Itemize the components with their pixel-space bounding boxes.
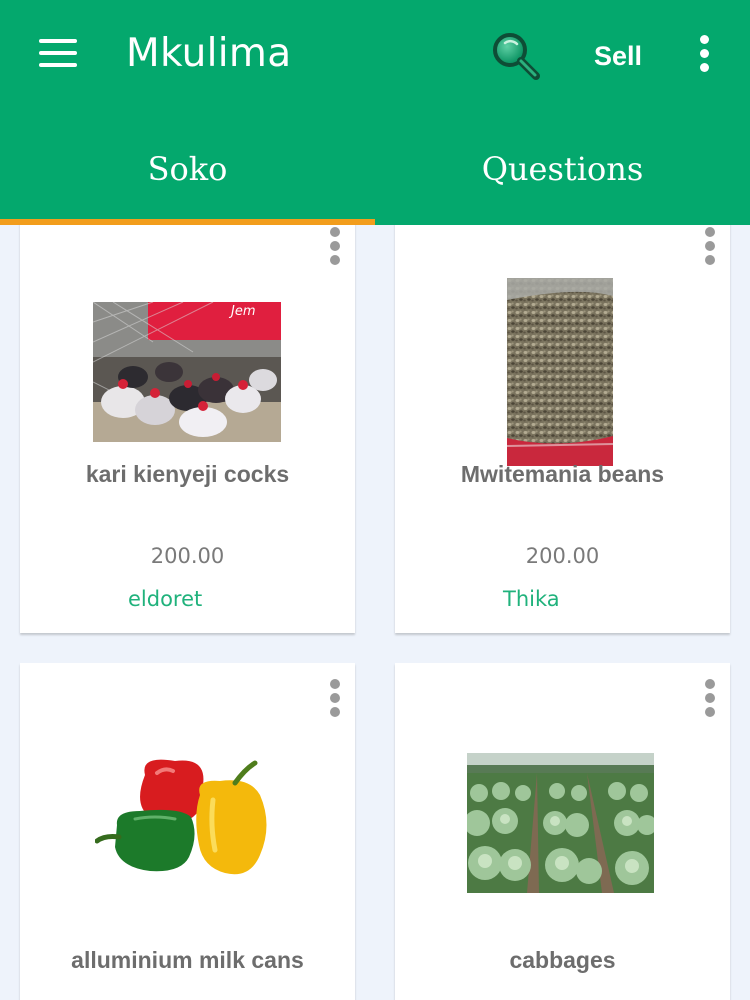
search-icon[interactable] — [488, 28, 544, 84]
svg-text:Jem: Jem — [228, 304, 256, 319]
tab-questions[interactable]: Questions — [375, 110, 750, 225]
product-name: cabbages — [509, 947, 616, 973]
product-name: alluminium milk cans — [71, 947, 304, 973]
product-image-peppers — [95, 755, 285, 890]
card-more-icon[interactable] — [700, 679, 720, 719]
card-more-icon[interactable] — [325, 679, 345, 719]
product-card[interactable]: Mwitemania beans 200.00 Thika — [395, 225, 730, 633]
app-title: Mkulima — [126, 31, 292, 76]
toolbar: Mkulima Sell — [0, 0, 750, 110]
tab-bar: Soko Questions — [0, 110, 750, 225]
product-card[interactable]: cabbages — [395, 663, 730, 1000]
product-price: 200.00 — [150, 544, 225, 568]
card-more-icon[interactable] — [700, 227, 720, 267]
sell-button[interactable]: Sell — [582, 36, 654, 76]
card-more-icon[interactable] — [325, 227, 345, 267]
product-location: eldoret — [128, 587, 203, 611]
app-bar: Mkulima Sell Soko Questions — [0, 0, 750, 225]
product-image-chickens: Jem — [93, 302, 281, 442]
tab-indicator — [0, 219, 375, 225]
more-vert-icon[interactable] — [690, 33, 720, 75]
product-location: Thika — [503, 587, 560, 611]
product-name: kari kienyeji cocks — [85, 461, 290, 487]
product-card[interactable]: alluminium milk cans — [20, 663, 355, 1000]
tab-soko[interactable]: Soko — [0, 110, 375, 225]
menu-icon[interactable] — [34, 33, 82, 73]
product-price: 200.00 — [525, 544, 600, 568]
product-card[interactable]: Jem kari kienyeji cocks 200.00 eldoret — [20, 225, 355, 633]
product-image-beans — [507, 278, 613, 466]
app-screen: Mkulima Sell Soko Questions Jem kari kie… — [0, 0, 750, 1000]
product-grid[interactable]: Jem kari kienyeji cocks 200.00 eldoret M… — [0, 225, 750, 1000]
product-image-cabbages — [467, 753, 654, 893]
product-name: Mwitemania beans — [460, 461, 665, 487]
